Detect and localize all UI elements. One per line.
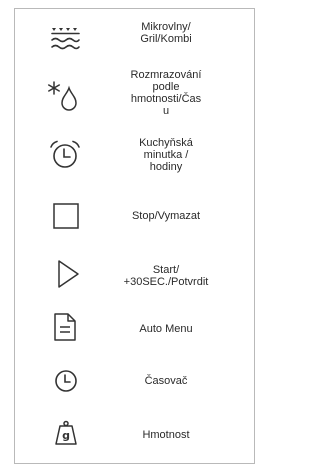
label-line: Auto Menu <box>139 323 193 335</box>
svg-text:g: g <box>62 429 70 442</box>
snowflake-drop-icon <box>48 79 80 111</box>
label-line: Mikrovlny/ <box>141 21 191 33</box>
label-line: u <box>162 105 170 117</box>
label-line: podle <box>152 81 180 93</box>
label-line: hmotnosti/Čas <box>130 93 202 105</box>
label-line: Časovač <box>144 375 188 387</box>
label-line: Start/ <box>152 264 180 276</box>
play-triangle-icon <box>57 259 81 289</box>
clock-icon <box>53 368 79 394</box>
label-line: Hmotnost <box>142 429 190 441</box>
label-line: Stop/Vymazat <box>131 210 201 222</box>
label-line: Rozmrazování <box>130 69 202 81</box>
label-line: +30SEC./Potvrdit <box>123 276 209 288</box>
label-line: Kuchyňská <box>139 137 193 149</box>
document-icon <box>53 312 77 342</box>
button-legend-panel: Mikrovlny/ Gril/Kombi Rozmrazování podle… <box>14 8 255 464</box>
label-line: minutka / <box>143 149 189 161</box>
label-line: hodiny <box>149 161 183 173</box>
weight-icon: g <box>53 420 79 446</box>
square-icon <box>53 203 79 229</box>
label-line: Gril/Kombi <box>140 33 192 45</box>
microwave-grill-icon <box>50 26 82 52</box>
alarm-clock-icon <box>48 139 82 171</box>
